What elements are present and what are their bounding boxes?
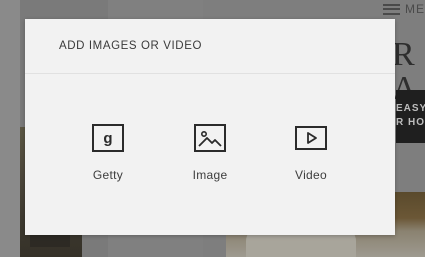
getty-icon: g xyxy=(91,124,125,152)
dialog-title: ADD IMAGES OR VIDEO xyxy=(59,40,203,52)
video-option-label: Video xyxy=(295,168,327,182)
video-icon xyxy=(294,124,328,152)
image-icon xyxy=(193,124,227,152)
background-banner: EASY R HO xyxy=(396,90,425,143)
getty-option-button[interactable]: g Getty xyxy=(73,124,143,184)
dialog-header: ADD IMAGES OR VIDEO xyxy=(25,19,395,74)
background-menu-label: ME xyxy=(405,2,425,16)
image-option-label: Image xyxy=(192,168,228,182)
svg-text:g: g xyxy=(103,130,112,147)
background-column-left xyxy=(0,0,20,257)
background-menu: ME xyxy=(383,2,425,16)
image-option-button[interactable]: Image xyxy=(175,124,245,184)
add-media-dialog: ADD IMAGES OR VIDEO g Getty Image Video xyxy=(25,19,395,235)
background-banner-line: R HO xyxy=(396,117,425,128)
background-banner-line: EASY xyxy=(396,103,425,114)
getty-option-label: Getty xyxy=(92,168,124,182)
video-option-button[interactable]: Video xyxy=(276,124,346,184)
hamburger-menu-icon xyxy=(383,3,400,15)
